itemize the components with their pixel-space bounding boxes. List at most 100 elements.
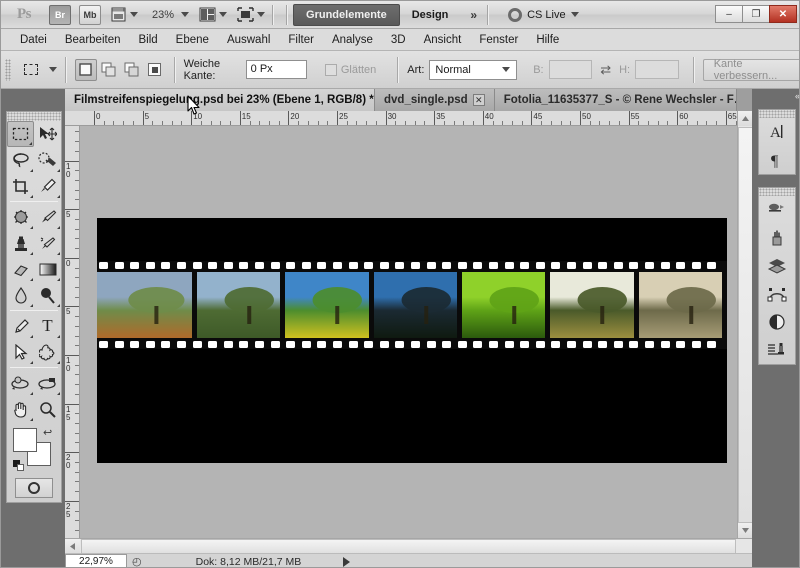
menu-analyse[interactable]: Analyse bbox=[323, 30, 382, 50]
tools-panel-grip[interactable] bbox=[7, 112, 61, 121]
rectangular-marquee-tool[interactable] bbox=[7, 121, 34, 147]
document-info-icon[interactable]: ◴ bbox=[132, 555, 142, 567]
dock-collapse-icon[interactable]: « bbox=[795, 91, 799, 101]
workspace-design-button[interactable]: Design bbox=[400, 4, 461, 26]
cs-live-button[interactable]: CS Live bbox=[508, 7, 579, 22]
scroll-up-button[interactable] bbox=[738, 111, 753, 126]
close-button[interactable]: ✕ bbox=[769, 5, 797, 23]
horizontal-type-tool[interactable]: T bbox=[34, 313, 61, 339]
dock-group-grip-1[interactable] bbox=[759, 110, 795, 118]
3d-object-rotate-tool[interactable] bbox=[7, 370, 34, 396]
eyedropper-tool[interactable] bbox=[34, 173, 61, 199]
character-panel-button[interactable]: A bbox=[759, 118, 795, 146]
menu-bild[interactable]: Bild bbox=[129, 30, 166, 50]
menu-bearbeiten[interactable]: Bearbeiten bbox=[56, 30, 130, 50]
status-expand-icon[interactable] bbox=[343, 556, 351, 567]
menu-fenster[interactable]: Fenster bbox=[470, 30, 527, 50]
move-tool[interactable] bbox=[34, 121, 61, 147]
document-tab-filmstreifenspiegelung[interactable]: Filmstreifenspiegelung.psd bei 23% (Eben… bbox=[65, 89, 375, 111]
adjustments-panel-button[interactable] bbox=[759, 308, 795, 336]
ruler-minor-tick bbox=[75, 364, 79, 366]
quick-mask-mode-button[interactable] bbox=[15, 478, 53, 498]
history-brush-tool[interactable] bbox=[34, 230, 61, 256]
workspace-grundelemente-button[interactable]: Grundelemente bbox=[293, 3, 400, 26]
hand-tool[interactable] bbox=[7, 396, 34, 422]
add-to-selection-button[interactable] bbox=[98, 59, 120, 81]
tab-close-icon[interactable]: ✕ bbox=[472, 94, 485, 106]
dock-group-grip-2[interactable] bbox=[759, 188, 795, 196]
refine-edge-button[interactable]: Kante verbessern... bbox=[702, 58, 799, 82]
pen-tool[interactable] bbox=[7, 313, 34, 339]
zoom-dropdown-chevron-icon[interactable] bbox=[181, 12, 190, 17]
menu-auswahl[interactable]: Auswahl bbox=[218, 30, 279, 50]
vertical-scrollbar[interactable] bbox=[737, 111, 753, 538]
menu-ebene[interactable]: Ebene bbox=[167, 30, 218, 50]
filmstrip-perforation bbox=[270, 341, 280, 348]
width-input[interactable] bbox=[548, 60, 593, 79]
layers-panel-button[interactable] bbox=[759, 252, 795, 280]
eraser-tool[interactable] bbox=[7, 256, 34, 282]
new-selection-button[interactable] bbox=[74, 58, 97, 81]
view-extras-button[interactable] bbox=[111, 4, 138, 26]
document-tab-dvd-single[interactable]: dvd_single.psd ✕ bbox=[375, 89, 495, 111]
tool-preset-chevron-icon[interactable] bbox=[48, 67, 57, 72]
history-panel-button[interactable] bbox=[759, 336, 795, 364]
foreground-color-swatch[interactable] bbox=[13, 428, 37, 452]
restore-button[interactable]: ❐ bbox=[742, 5, 770, 23]
canvas-area[interactable] bbox=[80, 126, 737, 538]
path-selection-tool[interactable] bbox=[7, 339, 34, 365]
color-panel-button[interactable] bbox=[759, 196, 795, 224]
zoom-percent-input[interactable]: 22,97% bbox=[65, 554, 127, 567]
default-colors-icon[interactable] bbox=[13, 460, 25, 472]
scroll-down-button[interactable] bbox=[738, 523, 753, 538]
zoom-tool[interactable] bbox=[34, 396, 61, 422]
scroll-left-button[interactable] bbox=[65, 539, 80, 554]
horizontal-scroll-thumb[interactable] bbox=[81, 539, 736, 554]
submenu-triangle-icon bbox=[30, 252, 33, 255]
document-tab-fotolia[interactable]: Fotolia_11635377_S - © Rene Wechsler - F… bbox=[494, 89, 737, 111]
custom-shape-tool[interactable] bbox=[34, 339, 61, 365]
active-tool-icon[interactable] bbox=[21, 58, 40, 82]
bridge-icon[interactable]: Br bbox=[49, 4, 71, 25]
swap-width-height-icon[interactable]: ⇄ bbox=[600, 62, 611, 78]
style-select[interactable]: Normal bbox=[429, 59, 518, 80]
filmstrip-perforations-bottom bbox=[97, 340, 727, 349]
height-input[interactable] bbox=[635, 60, 679, 79]
subtract-from-selection-button[interactable] bbox=[121, 59, 143, 81]
vertical-scroll-thumb[interactable] bbox=[738, 127, 753, 523]
menu-filter[interactable]: Filter bbox=[279, 30, 323, 50]
vertical-ruler[interactable]: 5105051015202530 bbox=[65, 126, 80, 538]
quick-selection-tool[interactable] bbox=[34, 147, 61, 173]
horizontal-ruler[interactable]: 0 5 10 15 20 25 30 35 40 45 50 55 60 65 bbox=[65, 111, 737, 126]
menu-ansicht[interactable]: Ansicht bbox=[415, 30, 471, 50]
antialias-checkbox-group[interactable]: Glätten bbox=[324, 63, 381, 76]
screen-mode-button[interactable] bbox=[237, 4, 266, 26]
menu-hilfe[interactable]: Hilfe bbox=[527, 30, 568, 50]
arrange-documents-button[interactable] bbox=[199, 4, 228, 26]
crop-tool[interactable] bbox=[7, 173, 34, 199]
lasso-tool[interactable] bbox=[7, 147, 34, 173]
brush-tool[interactable] bbox=[34, 204, 61, 230]
feather-input[interactable]: 0 Px bbox=[245, 60, 307, 79]
ruler-minor-tick bbox=[200, 121, 202, 125]
swap-colors-icon[interactable]: ↩ bbox=[43, 426, 52, 439]
options-bar-grip[interactable] bbox=[5, 58, 12, 81]
brush-panel-button[interactable] bbox=[759, 224, 795, 252]
spot-healing-brush-tool[interactable] bbox=[7, 204, 34, 230]
workspace-overflow-icon[interactable]: » bbox=[470, 8, 477, 22]
gradient-tool[interactable] bbox=[34, 256, 61, 282]
paths-panel-button[interactable] bbox=[759, 280, 795, 308]
clone-stamp-tool[interactable] bbox=[7, 230, 34, 256]
mini-bridge-icon[interactable]: Mb bbox=[79, 4, 101, 25]
menu-datei[interactable]: Datei bbox=[11, 30, 56, 50]
intersect-selection-button[interactable] bbox=[144, 59, 166, 81]
paragraph-panel-button[interactable]: ¶ bbox=[759, 146, 795, 174]
antialias-checkbox[interactable] bbox=[324, 63, 337, 76]
3d-camera-rotate-tool[interactable] bbox=[34, 370, 61, 396]
document-artboard[interactable] bbox=[97, 218, 727, 463]
horizontal-scrollbar[interactable] bbox=[65, 538, 752, 554]
dodge-tool[interactable] bbox=[34, 282, 61, 308]
minimize-button[interactable]: – bbox=[715, 5, 743, 23]
blur-tool[interactable] bbox=[7, 282, 34, 308]
menu-3d[interactable]: 3D bbox=[382, 30, 415, 50]
